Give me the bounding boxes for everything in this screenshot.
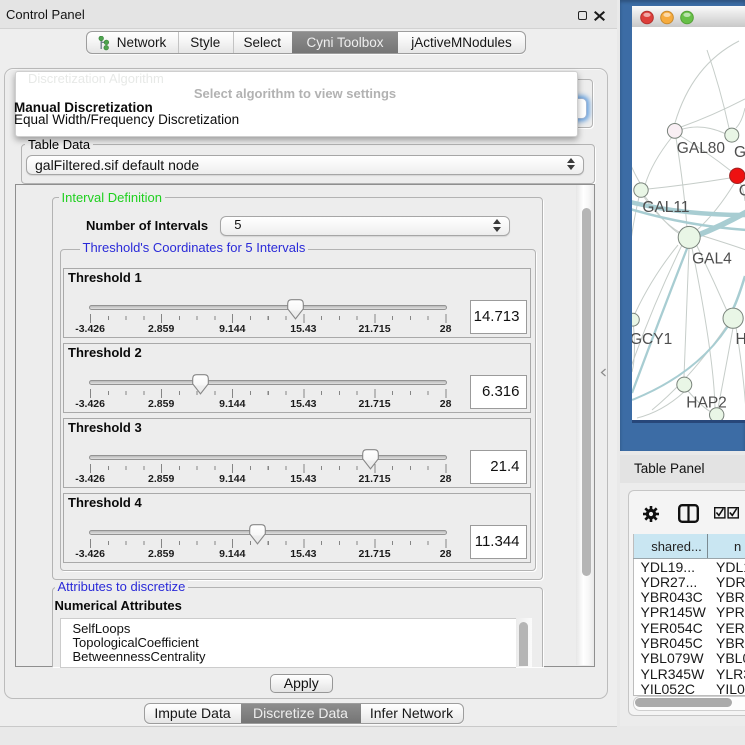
svg-text:GAL4: GAL4 — [692, 250, 732, 267]
svg-text:GCY1: GCY1 — [632, 331, 672, 348]
svg-text:C: C — [739, 183, 745, 200]
svg-text:H: H — [736, 331, 745, 348]
svg-text:GAL11: GAL11 — [642, 199, 689, 216]
svg-text:HAP2: HAP2 — [686, 395, 727, 412]
svg-text:GA: GA — [734, 144, 745, 161]
svg-text:GAL80: GAL80 — [677, 140, 726, 157]
